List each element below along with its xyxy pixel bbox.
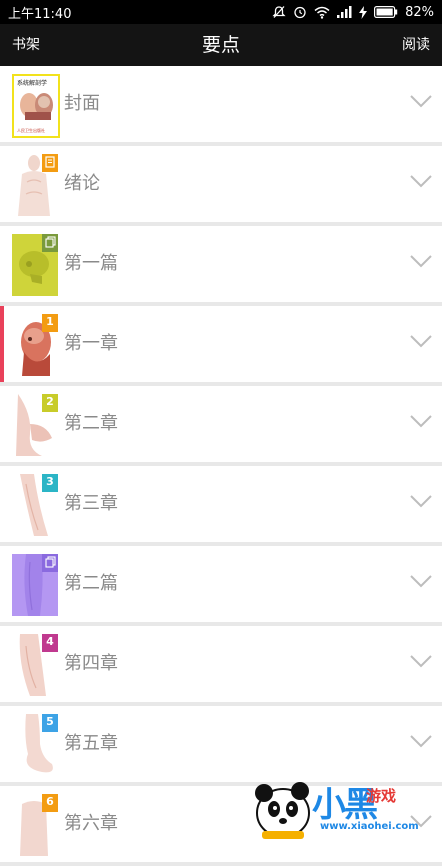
chevron-down-icon[interactable] (410, 94, 432, 108)
nav-bar: 书架 要点 阅读 (0, 24, 442, 66)
signal-icon (337, 6, 352, 18)
list-item-label: 第一章 (64, 333, 118, 354)
chevron-down-icon[interactable] (410, 574, 432, 588)
status-bar: 上午11:40 82% (0, 0, 442, 24)
status-icons: 82% (272, 5, 434, 20)
thumbnail-arm: 2 (12, 394, 58, 456)
list-item-introduction[interactable]: 绪论 (0, 146, 442, 226)
list-item-label: 第五章 (64, 733, 118, 754)
charging-icon (359, 5, 368, 19)
battery-percent: 82% (405, 4, 434, 20)
copy-icon (44, 556, 56, 568)
chevron-down-icon[interactable] (410, 414, 432, 428)
list-item-label: 第三章 (64, 493, 118, 514)
list-item-chapter-2[interactable]: 2 第二章 (0, 386, 442, 466)
thumbnail-lower-leg: 4 (12, 634, 58, 696)
list-item-label: 封面 (64, 93, 100, 114)
alarm-icon (294, 6, 306, 19)
badge-document (42, 154, 58, 172)
thumbnail-foot: 5 (12, 714, 58, 776)
cover-art (20, 93, 53, 120)
badge-chapter-number: 3 (42, 474, 58, 492)
battery-icon (374, 6, 398, 18)
cover-thumbnail: 系统解剖学 人民卫生出版社 (12, 74, 60, 138)
list-item-label: 第六章 (64, 813, 118, 834)
badge-section (42, 554, 58, 572)
chevron-down-icon[interactable] (410, 494, 432, 508)
panda-logo-icon (255, 782, 310, 839)
outline-list: 系统解剖学 人民卫生出版社 封面 绪论 第一篇 1 第一章 2 第二章 3 第三… (0, 66, 442, 866)
cover-title: 系统解剖学 (17, 80, 48, 87)
chevron-down-icon[interactable] (410, 734, 432, 748)
list-item-cover[interactable]: 系统解剖学 人民卫生出版社 封面 (0, 66, 442, 146)
watermark: 小黑 游戏 www.xiaohei.com (242, 771, 442, 841)
badge-chapter-number: 2 (42, 394, 58, 412)
badge-chapter-number: 5 (42, 714, 58, 732)
chevron-down-icon[interactable] (410, 334, 432, 348)
watermark-url: www.xiaohei.com (320, 821, 419, 832)
badge-chapter-number: 6 (42, 794, 58, 812)
copy-icon (44, 236, 56, 248)
thumbnail-head-muscles: 1 (12, 314, 58, 376)
list-item-label: 绪论 (64, 173, 100, 194)
list-item-label: 第四章 (64, 653, 118, 674)
thumbnail-skull (12, 234, 58, 296)
list-item-chapter-3[interactable]: 3 第三章 (0, 466, 442, 546)
cover-publisher: 人民卫生出版社 (17, 128, 45, 133)
list-item-label: 第一篇 (64, 253, 118, 274)
list-item-chapter-1[interactable]: 1 第一章 (0, 306, 442, 386)
watermark-sub: 游戏 (366, 787, 397, 805)
list-item-label: 第二章 (64, 413, 118, 434)
page-title: 要点 (201, 34, 240, 56)
list-item-chapter-4[interactable]: 4 第四章 (0, 626, 442, 706)
list-item-label: 第二篇 (64, 573, 118, 594)
chevron-down-icon[interactable] (410, 174, 432, 188)
chevron-down-icon[interactable] (410, 254, 432, 268)
badge-chapter-number: 1 (42, 314, 58, 332)
mute-icon (272, 6, 286, 18)
thumbnail-body: 6 (12, 794, 58, 856)
thumbnail-leg (12, 554, 58, 616)
thumbnail-torso (12, 154, 58, 216)
thumbnail-forearm: 3 (12, 474, 58, 536)
wifi-icon (314, 6, 330, 19)
list-item-part-1[interactable]: 第一篇 (0, 226, 442, 306)
badge-section (42, 234, 58, 252)
chevron-down-icon[interactable] (410, 654, 432, 668)
read-button[interactable]: 阅读 (402, 24, 430, 66)
badge-chapter-number: 4 (42, 634, 58, 652)
document-icon (45, 156, 55, 168)
status-time: 上午11:40 (8, 6, 72, 22)
list-item-part-2[interactable]: 第二篇 (0, 546, 442, 626)
